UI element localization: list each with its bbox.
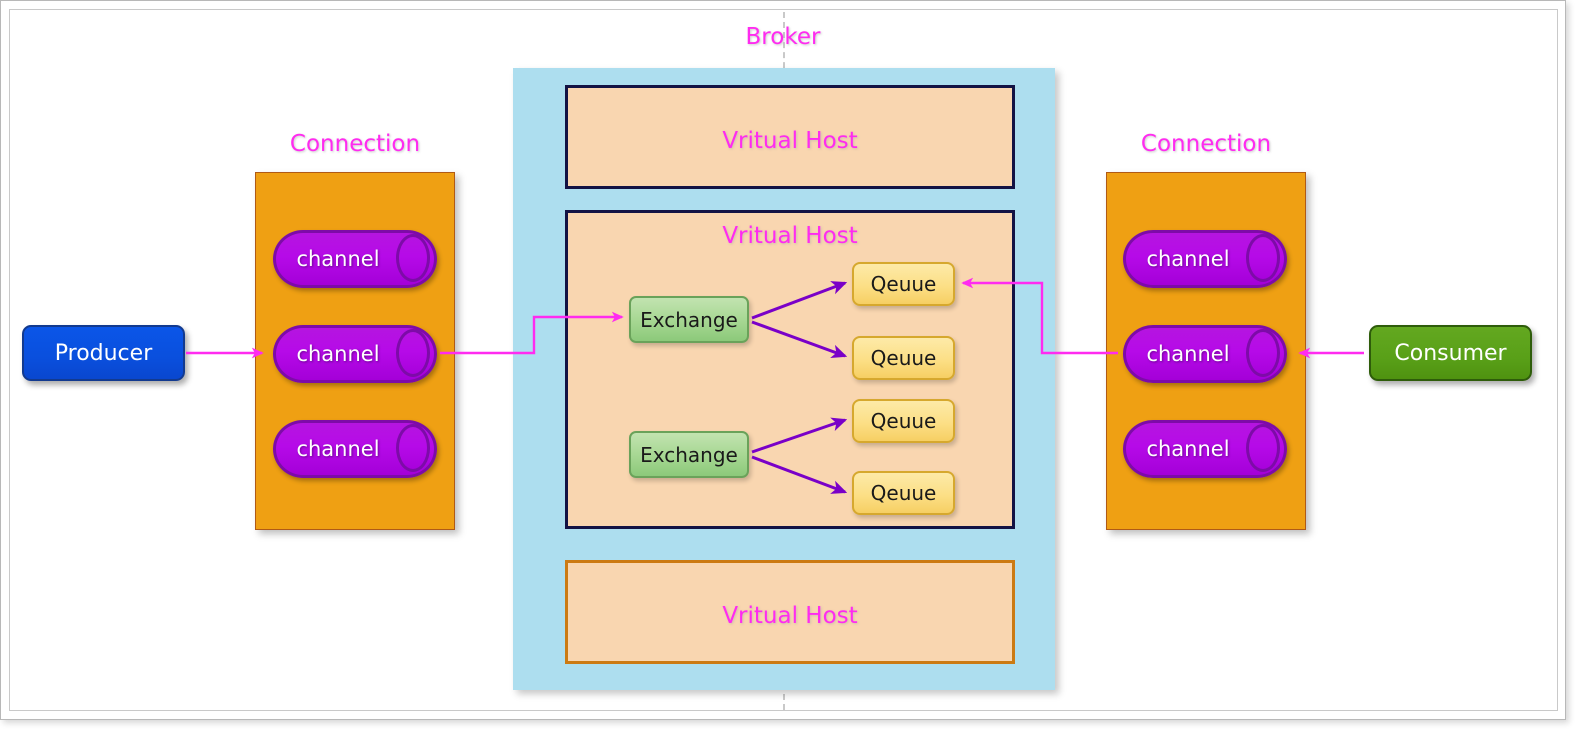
right-connection-title: Connection bbox=[1140, 131, 1272, 157]
consumer-label: Consumer bbox=[1394, 340, 1507, 366]
cylinder-cap-icon bbox=[1246, 234, 1280, 282]
right-channel-3[interactable]: channel bbox=[1123, 420, 1287, 478]
cylinder-cap-icon bbox=[1246, 329, 1280, 377]
left-channel-1-label: channel bbox=[296, 247, 380, 271]
right-channel-1-label: channel bbox=[1146, 247, 1230, 271]
queue-2-label: Qeuue bbox=[870, 346, 937, 370]
broker-title: Broker bbox=[745, 24, 821, 50]
queue-1-label: Qeuue bbox=[870, 272, 937, 296]
cylinder-cap-icon bbox=[396, 424, 430, 472]
left-channel-1[interactable]: channel bbox=[273, 230, 437, 288]
virtual-host-3[interactable]: Vritual Host bbox=[565, 560, 1015, 664]
queue-2[interactable]: Qeuue bbox=[852, 336, 955, 380]
right-channel-2-label: channel bbox=[1146, 342, 1230, 366]
queue-3[interactable]: Qeuue bbox=[852, 399, 955, 443]
diagram-canvas: Broker Vritual Host Vritual Host Vritual… bbox=[0, 0, 1575, 729]
producer-label: Producer bbox=[54, 340, 153, 366]
virtual-host-1-title: Vritual Host bbox=[722, 128, 858, 154]
virtual-host-2-title: Vritual Host bbox=[722, 223, 858, 249]
exchange-1-label: Exchange bbox=[640, 307, 738, 332]
exchange-2[interactable]: Exchange bbox=[629, 431, 749, 478]
producer-box[interactable]: Producer bbox=[22, 325, 185, 381]
virtual-host-1[interactable]: Vritual Host bbox=[565, 85, 1015, 189]
queue-4-label: Qeuue bbox=[870, 481, 937, 505]
right-channel-3-label: channel bbox=[1146, 437, 1230, 461]
consumer-box[interactable]: Consumer bbox=[1369, 325, 1532, 381]
queue-3-label: Qeuue bbox=[870, 409, 937, 433]
exchange-2-label: Exchange bbox=[640, 442, 738, 467]
exchange-1[interactable]: Exchange bbox=[629, 296, 749, 343]
cylinder-cap-icon bbox=[396, 234, 430, 282]
left-channel-2[interactable]: channel bbox=[273, 325, 437, 383]
left-connection-title: Connection bbox=[289, 131, 421, 157]
queue-4[interactable]: Qeuue bbox=[852, 471, 955, 515]
queue-1[interactable]: Qeuue bbox=[852, 262, 955, 306]
left-channel-3[interactable]: channel bbox=[273, 420, 437, 478]
right-channel-1[interactable]: channel bbox=[1123, 230, 1287, 288]
virtual-host-3-title: Vritual Host bbox=[722, 603, 858, 629]
left-channel-2-label: channel bbox=[296, 342, 380, 366]
right-channel-2[interactable]: channel bbox=[1123, 325, 1287, 383]
broker-container: Vritual Host Vritual Host Vritual Host bbox=[513, 68, 1055, 690]
cylinder-cap-icon bbox=[1246, 424, 1280, 472]
left-channel-3-label: channel bbox=[296, 437, 380, 461]
cylinder-cap-icon bbox=[396, 329, 430, 377]
